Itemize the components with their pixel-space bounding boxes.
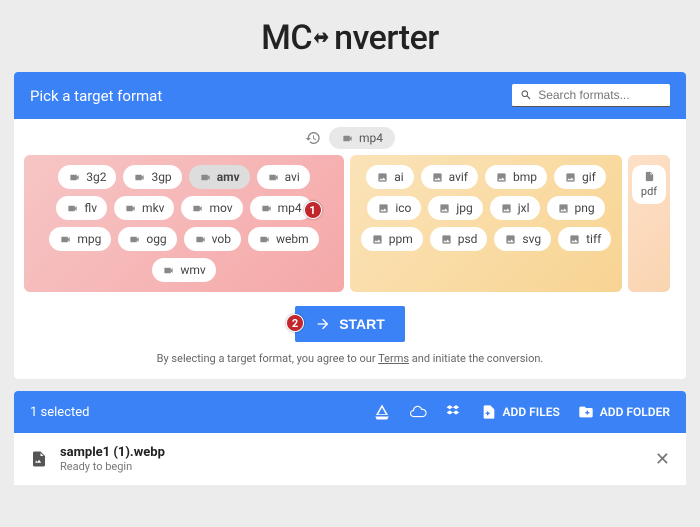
recent-row: mp4 xyxy=(14,119,686,155)
format-chip-mov[interactable]: mov xyxy=(181,196,242,220)
format-chip-3gp[interactable]: 3gp xyxy=(123,165,181,189)
card-header: Pick a target format xyxy=(14,72,686,119)
disclaimer: By selecting a target format, you agree … xyxy=(14,346,686,379)
cloud-icon xyxy=(409,403,427,421)
arrow-right-icon xyxy=(315,316,331,332)
format-chip-pdf[interactable]: pdf xyxy=(632,165,666,204)
format-chip-bmp[interactable]: bmp xyxy=(485,165,547,189)
format-chip-ico[interactable]: ico xyxy=(367,196,421,220)
gdrive-button[interactable] xyxy=(373,403,391,421)
format-chip-mpg[interactable]: mpg xyxy=(49,227,111,251)
dropbox-icon xyxy=(445,403,463,421)
recent-chip[interactable]: mp4 xyxy=(329,127,395,149)
video-group: 3g2 3gp amvavi flvmkvmov mp41 mpgoggvobwebm wm… xyxy=(24,155,344,292)
format-chip-amv[interactable]: amv xyxy=(189,165,250,189)
format-groups: 3g2 3gp amvavi flvmkvmov mp41 mpgoggvobwebm wm… xyxy=(14,155,686,300)
search-icon xyxy=(520,88,532,102)
file-status: Ready to begin xyxy=(60,460,165,473)
format-chip-wmv[interactable]: wmv xyxy=(152,258,215,282)
format-chip-flv[interactable]: flv xyxy=(56,196,107,220)
format-chip-avif[interactable]: avif xyxy=(421,165,478,189)
app-logo: MCnverter xyxy=(0,0,700,72)
format-chip-ai[interactable]: ai xyxy=(366,165,413,189)
format-chip-png[interactable]: png xyxy=(547,196,605,220)
callout-badge-1: 1 xyxy=(304,201,322,219)
start-row: 2 START xyxy=(14,300,686,346)
format-chip-mp4[interactable]: mp41 xyxy=(250,196,312,220)
format-chip-mkv[interactable]: mkv xyxy=(114,196,174,220)
format-chip-vob[interactable]: vob xyxy=(184,227,241,251)
format-chip-svg[interactable]: svg xyxy=(494,227,551,251)
video-icon xyxy=(341,133,354,144)
file-add-icon xyxy=(481,404,497,420)
format-chip-ppm[interactable]: ppm xyxy=(361,227,423,251)
search-input[interactable] xyxy=(538,88,662,102)
format-chip-3g2[interactable]: 3g2 xyxy=(58,165,116,189)
remove-file-button[interactable]: ✕ xyxy=(655,449,670,470)
format-chip-psd[interactable]: psd xyxy=(430,227,488,251)
format-chip-tiff[interactable]: tiff xyxy=(558,227,611,251)
format-chip-jxl[interactable]: jxl xyxy=(490,196,540,220)
doc-group: pdf xyxy=(628,155,670,292)
folder-add-icon xyxy=(578,404,594,420)
add-folder-button[interactable]: ADD FOLDER xyxy=(578,404,670,420)
format-chip-gif[interactable]: gif xyxy=(554,165,606,189)
format-chip-avi[interactable]: avi xyxy=(257,165,310,189)
start-button[interactable]: START xyxy=(295,306,405,342)
format-chip-ogg[interactable]: ogg xyxy=(118,227,176,251)
file-row: sample1 (1).webp Ready to begin ✕ xyxy=(14,433,686,485)
terms-link[interactable]: Terms xyxy=(378,352,409,365)
image-group: aiavifbmpgif icojpgjxlpng ppmpsdsvgtiff xyxy=(350,155,622,292)
selected-count: 1 selected xyxy=(30,405,89,420)
format-chip-jpg[interactable]: jpg xyxy=(428,196,482,220)
card-title: Pick a target format xyxy=(30,87,162,105)
add-files-button[interactable]: ADD FILES xyxy=(481,404,560,420)
files-toolbar: 1 selected ADD FILES ADD FOLDER xyxy=(14,391,686,433)
format-chip-webm[interactable]: webm xyxy=(248,227,319,251)
history-icon xyxy=(305,130,321,146)
dropbox-button[interactable] xyxy=(445,403,463,421)
search-box[interactable] xyxy=(512,84,670,107)
callout-badge-2: 2 xyxy=(286,314,304,332)
gdrive-icon xyxy=(373,403,391,421)
file-icon xyxy=(30,450,48,468)
file-name: sample1 (1).webp xyxy=(60,445,165,460)
cloud-button[interactable] xyxy=(409,403,427,421)
format-picker-card: Pick a target format mp4 3g2 3gp amvavi flv… xyxy=(14,72,686,379)
